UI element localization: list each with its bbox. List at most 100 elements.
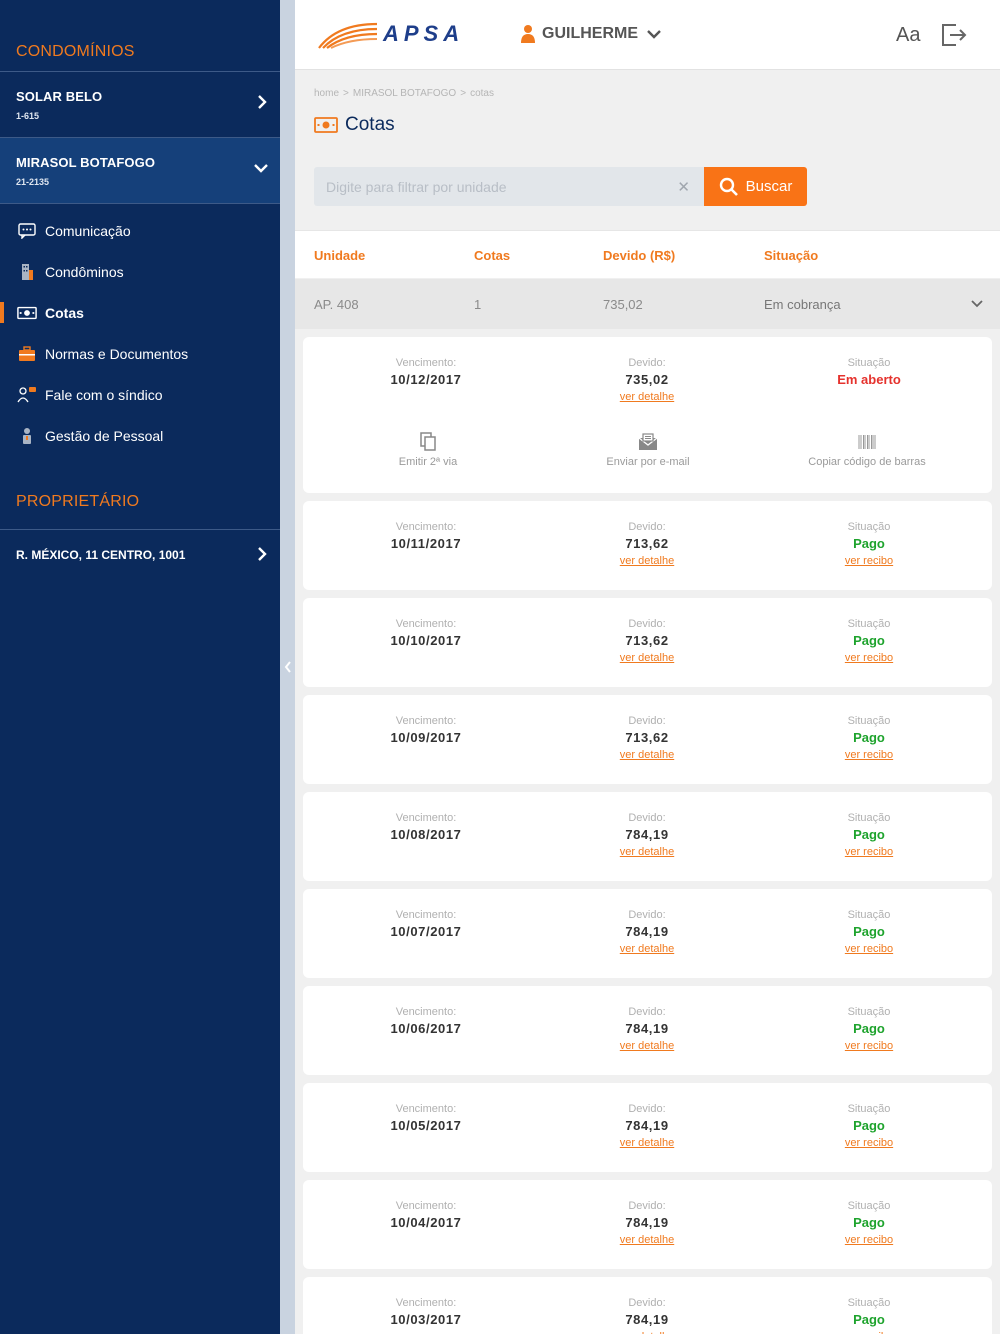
chevron-down-icon	[647, 30, 661, 39]
vencimento-col: Vencimento: 10/06/2017	[311, 1006, 541, 1036]
ver-recibo-link[interactable]: ver recibo	[845, 1137, 893, 1149]
status-badge: Pago	[853, 924, 885, 939]
chevron-down-icon	[254, 164, 268, 173]
menu-item-cotas[interactable]: Cotas	[0, 292, 280, 333]
menu-item-condominos[interactable]: Condôminos	[0, 251, 280, 292]
ver-detalhe-link[interactable]: ver detalhe	[620, 652, 674, 664]
emitir-segunda-via-button[interactable]: Emitir 2ª via	[328, 432, 528, 468]
status-badge: Pago	[853, 536, 885, 551]
installment-card: Vencimento: 10/09/2017 Devido: 713,62 ver de…	[303, 695, 992, 784]
enviar-email-button[interactable]: Enviar por e-mail	[548, 432, 748, 468]
menu-item-label: Gestão de Pessoal	[45, 427, 164, 444]
status-badge: Pago	[853, 1312, 885, 1327]
ver-detalhe-link[interactable]: ver detalhe	[620, 391, 674, 403]
building-icon	[17, 263, 37, 281]
main-content: APSA GUILHERME Aa home > MIRASOL BOTAFOGO >…	[295, 0, 1000, 1334]
ver-detalhe-link[interactable]: ver detalhe	[620, 1040, 674, 1052]
owner-address-item[interactable]: R. MÉXICO, 11 CENTRO, 1001	[0, 530, 280, 580]
ver-recibo-link[interactable]: ver recibo	[845, 1234, 893, 1246]
devido-label: Devido:	[628, 1297, 666, 1309]
situacao-col: SituaçãoPagover recibo	[754, 1297, 984, 1334]
ver-detalhe-link[interactable]: ver detalhe	[620, 846, 674, 858]
vencimento-date: 10/08/2017	[390, 827, 462, 842]
ver-detalhe-link[interactable]: ver detalhe	[620, 943, 674, 955]
devido-col: Devido: 784,19 ver detalhe	[532, 909, 762, 957]
devido-col: Devido: 713,62 ver detalhe	[532, 521, 762, 569]
vencimento-col: Vencimento: 10/07/2017	[311, 909, 541, 939]
copiar-codigo-barras-button[interactable]: Copiar código de barras	[767, 432, 967, 468]
devido-col: Devido: 784,19 ver detalhe	[532, 812, 762, 860]
table-header: Unidade Cotas Devido (R$) Situação	[295, 230, 1000, 278]
logo-swoosh-icon	[318, 22, 378, 49]
chat-icon	[17, 222, 37, 240]
devido-col: Devido: 735,02 ver detalhe	[532, 357, 762, 405]
devido-value: 784,19	[625, 924, 669, 939]
condo-name: SOLAR BELO	[16, 89, 103, 104]
search-input[interactable]	[314, 167, 704, 206]
condo-item-mirasol-botafogo[interactable]: MIRASOL BOTAFOGO 21-2135	[0, 138, 280, 204]
email-icon	[638, 433, 658, 450]
installment-card: Vencimento: 10/06/2017 Devido: 784,19 ver de…	[303, 986, 992, 1075]
ver-recibo-link[interactable]: ver recibo	[845, 943, 893, 955]
unit-devido: 735,02	[603, 297, 643, 312]
menu-item-fale-com-sindico[interactable]: Fale com o síndico	[0, 374, 280, 415]
installment-card: Vencimento: 10/08/2017 Devido: 784,19 ver de…	[303, 792, 992, 881]
devido-label: Devido:	[628, 1006, 666, 1018]
col-header-unidade: Unidade	[314, 248, 366, 263]
condo-menu: Comunicação Condôminos Cotas Normas e Do…	[0, 204, 280, 456]
ver-recibo-link[interactable]: ver recibo	[845, 652, 893, 664]
vencimento-date: 10/07/2017	[390, 924, 462, 939]
barcode-icon	[858, 435, 876, 449]
person-chat-icon	[17, 386, 37, 404]
situacao-col: SituaçãoPagover recibo	[754, 909, 984, 957]
briefcase-icon	[17, 345, 37, 363]
menu-item-gestao-pessoal[interactable]: Gestão de Pessoal	[0, 415, 280, 456]
status-badge: Pago	[853, 633, 885, 648]
situacao-col: SituaçãoPagover recibo	[754, 521, 984, 569]
breadcrumb: home > MIRASOL BOTAFOGO > cotas	[314, 88, 494, 99]
copy-icon	[420, 432, 436, 451]
breadcrumb-condo[interactable]: MIRASOL BOTAFOGO	[353, 88, 456, 99]
unit-row[interactable]: AP. 408 1 735,02 Em cobrança	[295, 279, 1000, 329]
installment-card: Vencimento:10/03/2017Devido:784,19ver de…	[303, 1277, 992, 1334]
condo-item-solar-belo[interactable]: SOLAR BELO 1-615	[0, 72, 280, 138]
menu-item-normas-documentos[interactable]: Normas e Documentos	[0, 333, 280, 374]
sidebar-collapse-handle[interactable]	[280, 0, 295, 1334]
logout-icon[interactable]	[940, 22, 968, 48]
vencimento-col: Vencimento: 10/03/2017	[311, 1297, 541, 1327]
money-icon	[17, 304, 37, 322]
ver-detalhe-link[interactable]: ver detalhe	[620, 555, 674, 567]
ver-recibo-link[interactable]: ver recibo	[845, 846, 893, 858]
situacao-label: Situação	[847, 618, 891, 630]
apsa-logo[interactable]: APSA	[317, 18, 464, 50]
status-badge: Em aberto	[837, 372, 901, 387]
devido-value: 735,02	[625, 372, 669, 387]
menu-item-comunicacao[interactable]: Comunicação	[0, 210, 280, 251]
money-icon	[314, 117, 338, 133]
breadcrumb-home[interactable]: home	[314, 88, 339, 99]
vencimento-col: Vencimento: 10/09/2017	[311, 715, 541, 745]
devido-value: 784,19	[625, 827, 669, 842]
action-label: Enviar por e-mail	[606, 456, 690, 468]
ver-detalhe-link[interactable]: ver detalhe	[620, 749, 674, 761]
search-bar: ✕ Buscar	[314, 167, 807, 206]
ver-recibo-link[interactable]: ver recibo	[845, 555, 893, 567]
font-size-toggle[interactable]: Aa	[896, 24, 920, 47]
installment-list: Vencimento: 10/12/2017 Devido: 735,02 ve…	[303, 337, 992, 1334]
ver-detalhe-link[interactable]: ver detalhe	[620, 1137, 674, 1149]
devido-value: 784,19	[625, 1118, 669, 1133]
ver-recibo-link[interactable]: ver recibo	[845, 1040, 893, 1052]
vencimento-date: 10/06/2017	[390, 1021, 462, 1036]
situacao-col: Situação Em aberto	[754, 357, 984, 387]
chevron-right-icon	[258, 547, 267, 561]
vencimento-label: Vencimento:	[395, 1006, 457, 1018]
ver-recibo-link[interactable]: ver recibo	[845, 749, 893, 761]
user-menu[interactable]: GUILHERME	[520, 24, 662, 44]
ver-detalhe-link[interactable]: ver detalhe	[620, 1234, 674, 1246]
clear-icon[interactable]: ✕	[677, 178, 690, 196]
situacao-label: Situação	[847, 1006, 891, 1018]
vencimento-col: Vencimento: 10/12/2017	[311, 357, 541, 387]
situacao-label: Situação	[847, 1200, 891, 1212]
vencimento-label: Vencimento:	[395, 618, 457, 630]
search-button[interactable]: Buscar	[704, 167, 807, 206]
